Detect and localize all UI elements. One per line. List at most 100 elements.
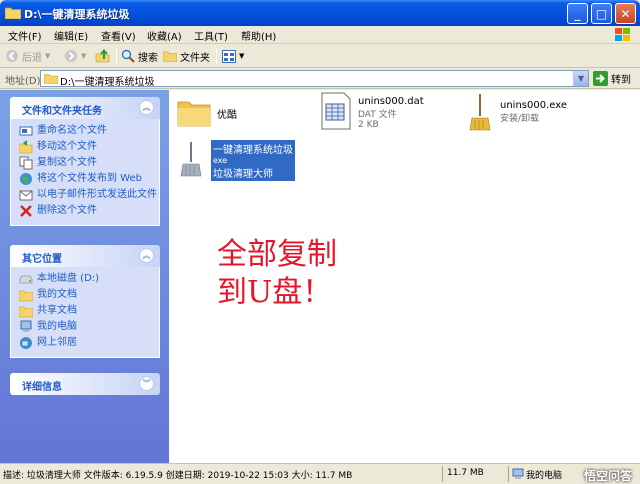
status-divider bbox=[508, 466, 509, 482]
computer-icon bbox=[20, 320, 32, 332]
task-label: 移动这个文件 bbox=[37, 141, 97, 152]
address-path: D:\一键清理系统垃圾 bbox=[60, 77, 155, 88]
up-button[interactable] bbox=[95, 47, 111, 65]
windows-logo-icon bbox=[615, 28, 630, 41]
details-title: 详细信息 bbox=[22, 382, 62, 393]
email-icon bbox=[19, 190, 33, 201]
task-label: 重命名这个文件 bbox=[37, 125, 107, 136]
back-arrow-icon bbox=[6, 50, 18, 62]
delete-icon bbox=[20, 205, 32, 217]
go-label: 转到 bbox=[611, 75, 631, 86]
file-type: exe bbox=[213, 156, 228, 165]
go-arrow-icon bbox=[593, 71, 608, 86]
address-bar: 地址(D) D:\一键清理系统垃圾 ▼ 转到 bbox=[0, 68, 640, 89]
task-label: 以电子邮件形式发送此文件 bbox=[37, 189, 157, 200]
back-label: 后退 bbox=[22, 52, 42, 64]
go-button[interactable]: 转到 bbox=[593, 70, 631, 87]
place-shared-documents[interactable]: 共享文档 bbox=[19, 305, 159, 321]
annotation-text: 全部复制 到U盘！ bbox=[217, 236, 337, 312]
watermark: 悟空问答 bbox=[583, 469, 632, 483]
menu-view[interactable]: 查看(V) bbox=[101, 28, 136, 43]
file-name: unins000.exe bbox=[500, 100, 568, 111]
task-email[interactable]: 以电子邮件形式发送此文件 bbox=[19, 189, 159, 205]
other-places-title: 其它位置 bbox=[22, 254, 62, 265]
folder-icon bbox=[44, 74, 58, 84]
drive-icon bbox=[19, 275, 33, 284]
folders-label: 文件夹 bbox=[180, 52, 210, 64]
uninstall-broom-icon bbox=[469, 94, 491, 131]
folders-icon bbox=[163, 51, 177, 62]
file-tasks-panel: 文件和文件夹任务 ︽ 重命名这个文件 移动这个文件 复制这个文件 将这个文件发布… bbox=[10, 97, 160, 226]
file-tasks-header[interactable]: 文件和文件夹任务 ︽ bbox=[10, 97, 160, 119]
place-label: 我的文档 bbox=[37, 289, 77, 300]
views-button[interactable]: ▼ bbox=[222, 47, 244, 65]
title-bar[interactable]: D:\一键清理系统垃圾 _ □ ✕ bbox=[0, 0, 640, 26]
place-network[interactable]: 网上邻居 bbox=[19, 337, 159, 353]
back-button[interactable]: 后退 ▼ bbox=[5, 47, 50, 65]
folder-icon bbox=[19, 290, 33, 302]
place-local-disk[interactable]: 本地磁盘 (D:) bbox=[19, 273, 159, 289]
place-my-computer[interactable]: 我的电脑 bbox=[19, 320, 159, 337]
rename-icon bbox=[19, 126, 33, 136]
task-label: 将这个文件发布到 Web bbox=[37, 173, 142, 184]
toolbar-separator bbox=[116, 48, 117, 64]
menu-edit[interactable]: 编辑(E) bbox=[54, 28, 88, 43]
back-dropdown-icon: ▼ bbox=[45, 52, 51, 60]
maximize-button[interactable]: □ bbox=[591, 3, 612, 24]
file-size: 2 KB bbox=[358, 120, 379, 130]
task-publish-web[interactable]: 将这个文件发布到 Web bbox=[19, 173, 159, 189]
place-label: 我的电脑 bbox=[37, 321, 77, 332]
minimize-button[interactable]: _ bbox=[567, 3, 588, 24]
annotation-line-2: 到U盘！ bbox=[217, 275, 333, 310]
file-type: DAT 文件 bbox=[358, 110, 397, 120]
search-label: 搜索 bbox=[138, 52, 158, 64]
status-bar: 描述: 垃圾清理大师 文件版本: 6.19.5.9 创建日期: 2019-10-… bbox=[0, 463, 640, 484]
forward-button[interactable]: ▼ bbox=[64, 47, 86, 65]
task-delete[interactable]: 删除这个文件 bbox=[19, 205, 159, 221]
close-button[interactable]: ✕ bbox=[615, 3, 636, 24]
place-label: 本地磁盘 (D:) bbox=[37, 273, 100, 284]
menu-favorites[interactable]: 收藏(A) bbox=[147, 28, 182, 43]
search-button[interactable]: 搜索 bbox=[121, 47, 158, 65]
place-label: 共享文档 bbox=[37, 305, 77, 316]
move-icon bbox=[19, 140, 33, 154]
views-icon bbox=[222, 49, 236, 63]
address-label: 地址(D) bbox=[5, 76, 41, 87]
menu-file[interactable]: 文件(F) bbox=[8, 28, 42, 43]
place-my-documents[interactable]: 我的文档 bbox=[19, 289, 159, 305]
other-places-list: 本地磁盘 (D:) 我的文档 共享文档 我的电脑 网上邻居 bbox=[10, 267, 160, 358]
menu-tools[interactable]: 工具(T) bbox=[194, 28, 228, 43]
toolbar: 后退 ▼ ▼ 搜索 文件夹 ▼ bbox=[0, 44, 640, 68]
menu-help[interactable]: 帮助(H) bbox=[241, 28, 276, 43]
file-item[interactable]: 优酷 bbox=[177, 96, 237, 128]
folders-button[interactable]: 文件夹 bbox=[163, 47, 210, 65]
up-folder-icon bbox=[95, 48, 110, 63]
file-item[interactable]: unins000.exe 安装/卸载 bbox=[466, 94, 567, 132]
views-dropdown-icon: ▼ bbox=[239, 52, 245, 60]
file-name: unins000.dat bbox=[358, 96, 424, 107]
file-name: 一键清理系统垃圾 bbox=[213, 145, 293, 156]
other-places-header[interactable]: 其它位置 ︽ bbox=[10, 245, 160, 267]
expand-chevron-icon[interactable]: ︾ bbox=[139, 376, 154, 391]
window-title: D:\一键清理系统垃圾 bbox=[24, 8, 130, 21]
forward-arrow-icon bbox=[65, 50, 77, 62]
other-places-panel: 其它位置 ︽ 本地磁盘 (D:) 我的文档 共享文档 我的电脑 网上邻居 bbox=[10, 245, 160, 358]
toolbar-separator bbox=[216, 48, 217, 64]
status-divider bbox=[442, 466, 443, 482]
file-description: 垃圾清理大师 bbox=[213, 169, 273, 180]
task-move[interactable]: 移动这个文件 bbox=[19, 140, 159, 157]
details-panel: 详细信息 ︾ bbox=[10, 373, 160, 395]
file-type: 安装/卸载 bbox=[500, 114, 540, 124]
task-copy[interactable]: 复制这个文件 bbox=[19, 156, 159, 173]
file-item-selected[interactable]: 一键清理系统垃圾 exe 垃圾清理大师 bbox=[177, 140, 295, 181]
menu-bar: 文件(F) 编辑(E) 查看(V) 收藏(A) 工具(T) 帮助(H) bbox=[0, 26, 640, 44]
collapse-chevron-icon[interactable]: ︽ bbox=[139, 100, 154, 115]
file-view[interactable]: 优酷 unins000.dat DAT 文件 2 KB unins000.exe… bbox=[169, 90, 640, 463]
file-name: 优酷 bbox=[217, 110, 237, 121]
file-item[interactable]: unins000.dat DAT 文件 2 KB bbox=[320, 92, 424, 130]
details-header[interactable]: 详细信息 ︾ bbox=[10, 373, 160, 395]
task-rename[interactable]: 重命名这个文件 bbox=[19, 125, 159, 141]
address-dropdown-button[interactable]: ▼ bbox=[573, 71, 588, 86]
collapse-chevron-icon[interactable]: ︽ bbox=[139, 248, 154, 263]
address-input[interactable]: D:\一键清理系统垃圾 ▼ bbox=[40, 70, 589, 88]
